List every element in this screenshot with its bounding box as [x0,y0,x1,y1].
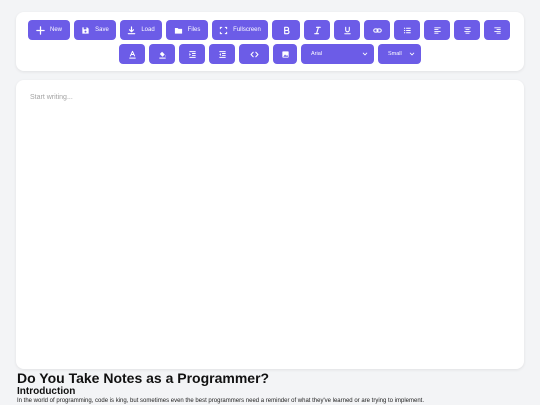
italic-button[interactable] [304,20,330,40]
fullscreen-button-label: Fullscreen [233,27,261,33]
bullet-list-icon [403,27,411,33]
download-icon [128,25,136,34]
load-button-label: Load [141,27,155,33]
code-button[interactable] [239,44,269,64]
bold-icon [283,26,290,34]
insert-image-button[interactable] [273,44,297,64]
article-heading: Introduction [17,386,76,397]
align-left-icon [433,26,441,34]
text-color-button[interactable] [119,44,145,64]
save-button-label: Save [95,27,109,33]
files-button[interactable]: Files [166,20,208,40]
paint-bucket-icon [158,51,166,59]
folder-icon [174,27,182,34]
align-right-button[interactable] [484,20,510,40]
underline-button[interactable] [334,20,360,40]
underline-icon [343,26,351,34]
indent-button[interactable] [179,44,205,64]
align-center-icon [463,26,471,34]
align-center-button[interactable] [454,20,480,40]
editor-toolbar: New Save Load Files Fullscreen Arial Sma… [16,12,524,71]
align-left-button[interactable] [424,20,450,40]
font-size-select[interactable]: Small [378,44,421,64]
font-family-select[interactable]: Arial [301,44,374,64]
align-right-icon [493,26,501,34]
article-paragraph: In the world of programming, code is kin… [17,398,425,404]
code-icon [250,51,258,57]
outdent-button[interactable] [209,44,235,64]
fullscreen-icon [220,26,228,34]
save-button[interactable]: Save [74,20,116,40]
floppy-disk-icon [82,26,89,34]
bold-button[interactable] [272,20,300,40]
outdent-icon [218,50,226,58]
bullet-list-button[interactable] [394,20,420,40]
chevron-down-icon [362,52,368,56]
load-button[interactable]: Load [120,20,162,40]
new-button-label: New [49,27,62,33]
highlight-color-button[interactable] [149,44,175,64]
files-button-label: Files [187,27,201,33]
link-button[interactable] [364,20,390,40]
text-color-icon [128,50,136,59]
editor-area[interactable]: Start writing... [16,80,524,369]
indent-icon [188,50,196,58]
font-family-value: Arial [311,51,323,57]
editor-placeholder: Start writing... [30,94,73,101]
new-button[interactable]: New [28,20,70,40]
italic-icon [313,26,321,34]
article-title: Do You Take Notes as a Programmer? [17,370,270,386]
fullscreen-button[interactable]: Fullscreen [212,20,268,40]
plus-icon [36,25,45,35]
chevron-down-icon [409,52,415,56]
link-icon [372,27,382,33]
font-size-value: Small [388,51,402,57]
image-icon [281,50,289,58]
